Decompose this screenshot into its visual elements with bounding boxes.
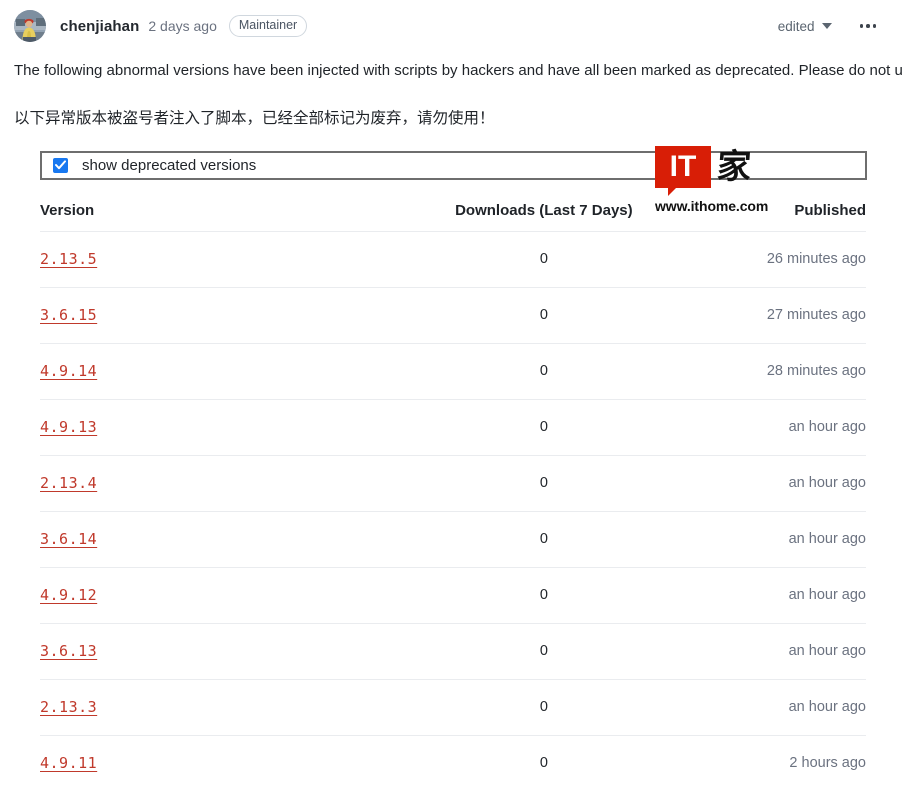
table-row: 2.13.5 0 26 minutes ago <box>40 231 866 288</box>
cell-published: an hour ago <box>659 399 866 456</box>
table-row: 2.13.3 0 an hour ago <box>40 679 866 736</box>
version-link[interactable]: 3.6.14 <box>40 530 97 548</box>
cell-published: an hour ago <box>659 455 866 512</box>
table-row: 2.13.4 0 an hour ago <box>40 455 866 512</box>
cell-published: 2 hours ago <box>789 755 866 772</box>
cell-published: 27 minutes ago <box>659 287 866 344</box>
cell-downloads: 0 <box>428 567 660 624</box>
table-row: 4.9.14 0 28 minutes ago <box>40 343 866 400</box>
cell-version: 4.9.11 <box>40 735 428 791</box>
kebab-dot <box>866 24 870 28</box>
cell-downloads: 0 <box>428 399 660 456</box>
ithome-speech-bubble-icon: IT <box>655 146 711 196</box>
version-link[interactable]: 2.13.5 <box>40 250 97 268</box>
chevron-down-icon <box>821 23 832 29</box>
cell-published: an hour ago <box>659 511 866 568</box>
version-link[interactable]: 4.9.14 <box>40 362 97 380</box>
table-row: 3.6.15 0 27 minutes ago <box>40 287 866 344</box>
edited-label: edited <box>777 18 815 34</box>
column-header-downloads: Downloads (Last 7 Days) <box>428 179 660 232</box>
comment-header: chenjiahan 2 days ago Maintainer edited <box>0 0 902 50</box>
cell-published: an hour ago <box>659 567 866 624</box>
comment-timestamp[interactable]: 2 days ago <box>148 18 217 34</box>
column-header-version: Version <box>40 179 429 232</box>
edited-dropdown[interactable]: edited <box>778 19 832 34</box>
cell-published: 28 minutes ago <box>659 343 866 400</box>
kebab-dot <box>872 24 876 28</box>
comment-author[interactable]: chenjiahan <box>60 18 139 35</box>
cell-version: 3.6.15 <box>40 287 429 344</box>
cell-version: 3.6.14 <box>40 511 429 568</box>
ithome-watermark: IT 家 www.ithome.com <box>655 146 775 214</box>
version-link[interactable]: 4.9.13 <box>40 418 97 436</box>
version-link[interactable]: 3.6.15 <box>40 306 97 324</box>
cell-downloads: 0 <box>428 679 660 736</box>
kebab-horizontal-icon[interactable] <box>858 20 879 32</box>
checkmark-icon <box>55 160 66 170</box>
version-link[interactable]: 4.9.12 <box>40 586 97 604</box>
table-row: 4.9.13 0 an hour ago <box>40 399 866 456</box>
table-row: 4.9.12 0 an hour ago <box>40 567 866 624</box>
version-link[interactable]: 2.13.3 <box>40 698 97 716</box>
cell-downloads: 0 <box>428 231 660 288</box>
cell-version: 3.6.13 <box>40 623 429 680</box>
version-link[interactable]: 4.9.11 <box>40 754 97 772</box>
cell-version: 2.13.5 <box>40 231 429 288</box>
watermark-brand-mark: IT <box>669 150 697 183</box>
cell-downloads: 0 <box>428 343 660 400</box>
table-row: 4.9.11 0 2 hours ago <box>40 735 866 791</box>
cell-published: an hour ago <box>659 679 866 736</box>
cell-downloads: 0 <box>428 455 660 512</box>
versions-table-wrapper: Version Downloads (Last 7 Days) Publishe… <box>40 179 866 791</box>
kebab-dot <box>859 24 863 28</box>
table-row: 3.6.14 0 an hour ago <box>40 511 866 568</box>
comment-body: The following abnormal versions have bee… <box>0 60 902 214</box>
avatar[interactable] <box>14 10 46 42</box>
cell-published: 26 minutes ago <box>659 231 866 288</box>
maintainer-badge: Maintainer <box>228 14 308 38</box>
watermark-url: www.ithome.com <box>655 198 769 214</box>
warning-text-chinese: 以下异常版本被盗号者注入了脚本，已经全部标记为废弃，请勿使用！ <box>14 109 495 127</box>
cell-version: 2.13.4 <box>40 455 429 512</box>
cell-downloads: 0 <box>428 623 660 680</box>
cell-version: 4.9.12 <box>40 567 429 624</box>
cell-published: an hour ago <box>659 623 866 680</box>
avatar-photo <box>14 10 46 42</box>
cell-downloads: 0 <box>428 511 660 568</box>
show-deprecated-label: show deprecated versions <box>82 156 257 174</box>
cell-version: 4.9.13 <box>40 399 429 456</box>
version-link[interactable]: 3.6.13 <box>40 642 97 660</box>
cell-version: 2.13.3 <box>40 679 429 736</box>
show-deprecated-checkbox[interactable] <box>53 157 68 173</box>
cell-downloads: 0 <box>428 287 660 344</box>
watermark-logo-row: IT 家 <box>655 146 775 196</box>
version-link[interactable]: 2.13.4 <box>40 474 97 492</box>
cell-version: 4.9.14 <box>40 343 429 400</box>
warning-text-english: The following abnormal versions have bee… <box>14 62 902 79</box>
versions-table-body: 2.13.5 0 26 minutes ago 3.6.15 0 27 minutes a… <box>40 231 866 791</box>
versions-table: Version Downloads (Last 7 Days) Publishe… <box>40 179 866 791</box>
table-row: 3.6.13 0 an hour ago <box>40 623 866 680</box>
cell-downloads: 0 <box>539 755 548 772</box>
watermark-brand-cjk: 家 <box>715 147 753 187</box>
